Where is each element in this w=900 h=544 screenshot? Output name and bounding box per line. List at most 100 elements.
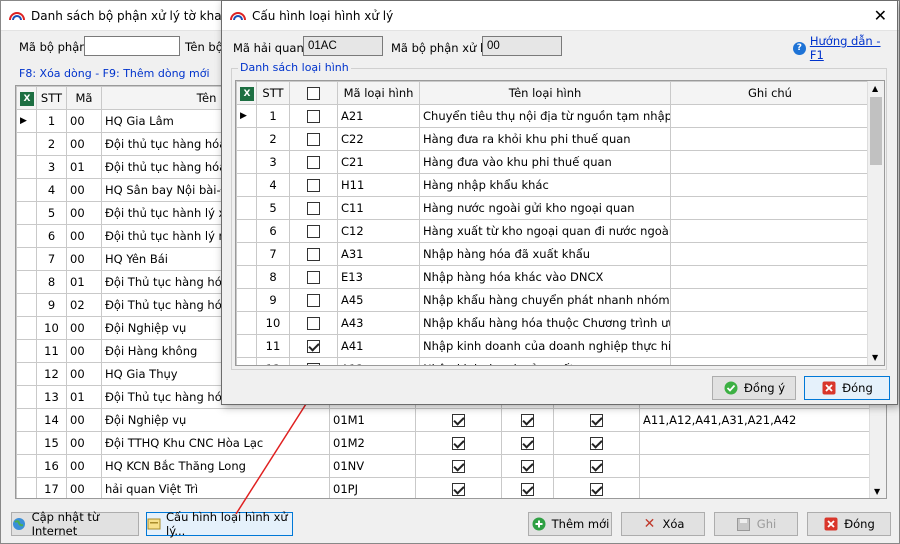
cell-select[interactable] (289, 265, 338, 289)
cell-ghi-chu[interactable] (670, 104, 870, 128)
col-ghi-chu[interactable]: Ghi chú (670, 81, 870, 105)
cell-code[interactable]: 01M1 (329, 408, 416, 432)
cell-code[interactable]: 01M2 (329, 431, 416, 455)
list-item[interactable]: 6 C12 Hàng xuất từ kho ngoại quan đi nước … (236, 219, 870, 243)
row-checkbox[interactable] (590, 437, 603, 450)
row-checkbox[interactable] (521, 437, 534, 450)
list-item[interactable]: 9 A45 Nhập khẩu hàng chuyển phát nhanh nhó… (236, 288, 870, 312)
cell-ten[interactable]: Đội Nghiệp vụ (101, 408, 330, 432)
cell-stt[interactable]: 17 (36, 477, 67, 498)
help-link[interactable]: ? Hướng dẫn - F1 (793, 34, 897, 62)
cell-ma[interactable]: 00 (66, 109, 102, 133)
cell-stt[interactable]: 4 (256, 173, 290, 197)
cell-stt[interactable]: 13 (36, 385, 67, 409)
cell-stt[interactable]: 2 (36, 132, 67, 156)
cell-note[interactable]: A11,A12,A41,A31,A21,A42 (639, 408, 872, 432)
ma-hai-quan-field[interactable] (303, 36, 383, 56)
cell-stt[interactable]: 14 (36, 408, 67, 432)
cell-ma[interactable]: 00 (66, 247, 102, 271)
list-item[interactable]: 7 A31 Nhập hàng hóa đã xuất khẩu (236, 242, 870, 266)
cell-stt[interactable]: 9 (36, 293, 67, 317)
cell-ma[interactable]: 00 (66, 224, 102, 248)
export-excel-icon[interactable]: X (236, 81, 257, 105)
cell-stt[interactable]: 8 (256, 265, 290, 289)
cell-check-2[interactable] (501, 477, 554, 498)
cell-code[interactable]: 01NV (329, 454, 416, 478)
cell-ghi-chu[interactable] (670, 173, 870, 197)
cell-stt[interactable]: 7 (36, 247, 67, 271)
cell-ma-loai-hinh[interactable]: A12 (337, 357, 420, 365)
dialog-grid-scrollbar[interactable]: ▲ ▼ (867, 81, 884, 365)
row-checkbox[interactable] (307, 202, 320, 215)
cell-ghi-chu[interactable] (670, 127, 870, 151)
cell-check-1[interactable] (415, 477, 502, 498)
cell-ma[interactable]: 01 (66, 155, 102, 179)
cell-ghi-chu[interactable] (670, 288, 870, 312)
cell-stt[interactable]: 11 (256, 334, 290, 358)
cell-ma[interactable]: 00 (66, 339, 102, 363)
cell-select[interactable] (289, 127, 338, 151)
cell-ma-loai-hinh[interactable]: C22 (337, 127, 420, 151)
row-checkbox[interactable] (307, 156, 320, 169)
cell-ghi-chu[interactable] (670, 265, 870, 289)
cell-stt[interactable]: 8 (36, 270, 67, 294)
cell-ten-loai-hinh[interactable]: Nhập khẩu hàng hóa thuộc Chương trình ưu… (419, 311, 671, 335)
list-item[interactable]: 2 C22 Hàng đưa ra khỏi khu phi thuế quan (236, 127, 870, 151)
cell-ten-loai-hinh[interactable]: Hàng xuất từ kho ngoại quan đi nước ngoà… (419, 219, 671, 243)
cell-ma-loai-hinh[interactable]: C11 (337, 196, 420, 220)
list-item[interactable]: 10 A43 Nhập khẩu hàng hóa thuộc Chương trì… (236, 311, 870, 335)
row-checkbox[interactable] (590, 460, 603, 473)
dong-dialog-button[interactable]: Đóng (804, 376, 890, 400)
select-all-checkbox[interactable] (289, 81, 338, 105)
cell-select[interactable] (289, 150, 338, 174)
cell-stt[interactable]: 10 (256, 311, 290, 335)
cell-ten-loai-hinh[interactable]: Nhập hàng hóa đã xuất khẩu (419, 242, 671, 266)
cell-select[interactable] (289, 104, 338, 128)
cell-stt[interactable]: 11 (36, 339, 67, 363)
row-checkbox[interactable] (307, 317, 320, 330)
cell-ten[interactable]: Đội TTHQ Khu CNC Hòa Lạc (101, 431, 330, 455)
table-row[interactable]: 17 00 hải quan Việt Trì 01PJ (16, 477, 872, 498)
ghi-button[interactable]: Ghi (714, 512, 798, 536)
cell-stt[interactable]: 12 (36, 362, 67, 386)
cell-ma-loai-hinh[interactable]: C21 (337, 150, 420, 174)
cell-ma[interactable]: 00 (66, 431, 102, 455)
col-ma[interactable]: Mã (66, 86, 102, 110)
row-checkbox[interactable] (307, 363, 320, 365)
cell-ten[interactable]: hải quan Việt Trì (101, 477, 330, 498)
row-checkbox[interactable] (307, 110, 320, 123)
cell-ten-loai-hinh[interactable]: Nhập khẩu hàng chuyển phát nhanh nhóm 02 (419, 288, 671, 312)
ma-bo-phan-input[interactable] (84, 36, 180, 56)
row-checkbox[interactable] (521, 414, 534, 427)
table-row[interactable]: 15 00 Đội TTHQ Khu CNC Hòa Lạc 01M2 (16, 431, 872, 455)
cell-stt[interactable]: 10 (36, 316, 67, 340)
export-excel-icon[interactable]: X (16, 86, 37, 110)
row-checkbox[interactable] (307, 340, 320, 353)
cell-ma[interactable]: 00 (66, 316, 102, 340)
row-checkbox[interactable] (452, 460, 465, 473)
cell-check-1[interactable] (415, 431, 502, 455)
cell-ma[interactable]: 02 (66, 293, 102, 317)
cell-ma[interactable]: 00 (66, 477, 102, 498)
cell-ghi-chu[interactable] (670, 357, 870, 365)
list-item[interactable]: 11 A41 Nhập kinh doanh của doanh nghiệp th… (236, 334, 870, 358)
col-ma-loai-hinh[interactable]: Mã loại hình (337, 81, 420, 105)
row-checkbox[interactable] (590, 483, 603, 496)
cell-ten-loai-hinh[interactable]: Nhập hàng hóa khác vào DNCX (419, 265, 671, 289)
cell-ma-loai-hinh[interactable]: A45 (337, 288, 420, 312)
cell-ma-loai-hinh[interactable]: A43 (337, 311, 420, 335)
cell-select[interactable] (289, 173, 338, 197)
cell-ghi-chu[interactable] (670, 196, 870, 220)
col-ten-loai-hinh[interactable]: Tên loại hình (419, 81, 671, 105)
row-checkbox[interactable] (452, 437, 465, 450)
cell-stt[interactable]: 12 (256, 357, 290, 365)
cell-select[interactable] (289, 311, 338, 335)
cell-ma[interactable]: 01 (66, 385, 102, 409)
cell-stt[interactable]: 2 (256, 127, 290, 151)
col-stt[interactable]: STT (256, 81, 290, 105)
cell-ten-loai-hinh[interactable]: Hàng nước ngoài gửi kho ngoại quan (419, 196, 671, 220)
cell-select[interactable] (289, 219, 338, 243)
table-row[interactable]: 16 00 HQ KCN Bắc Thăng Long 01NV (16, 454, 872, 478)
cell-check-1[interactable] (415, 408, 502, 432)
cell-stt[interactable]: 6 (256, 219, 290, 243)
